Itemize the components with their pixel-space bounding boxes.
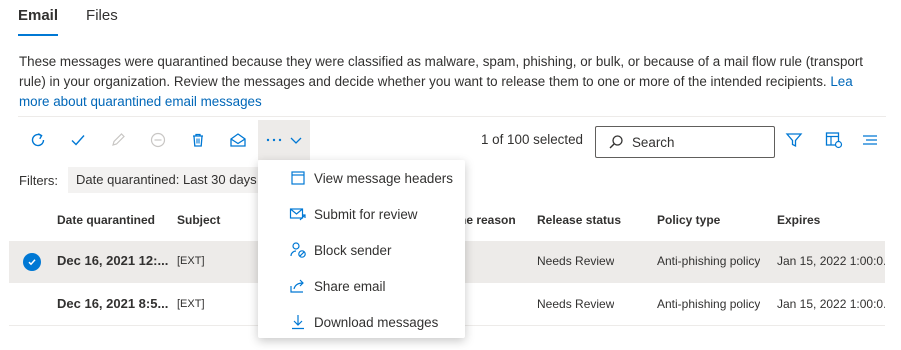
menu-item-download-messages[interactable]: Download messages [258, 304, 465, 340]
menu-item-label: Share email [314, 278, 386, 294]
refresh-button[interactable] [18, 120, 58, 160]
edit-icon [112, 133, 125, 146]
tab-bar: Email Files [18, 0, 118, 40]
checkmark-icon [28, 259, 36, 266]
filter-button[interactable] [774, 120, 814, 160]
menu-item-submit-for-review[interactable]: Submit for review [258, 196, 465, 232]
preview-message-button[interactable] [218, 120, 258, 160]
cell-release-status: Needs Review [537, 254, 615, 268]
tab-email[interactable]: Email [18, 0, 59, 36]
cell-expires: Jan 15, 2022 1:00:0... [777, 297, 885, 311]
column-policy-type[interactable]: Policy type [657, 213, 720, 227]
row-checkbox[interactable] [23, 253, 41, 271]
menu-item-view-message-headers[interactable]: View message headers [258, 160, 465, 196]
deny-button[interactable] [138, 120, 178, 160]
column-expires[interactable]: Expires [777, 213, 820, 227]
search-box[interactable] [595, 126, 775, 158]
customize-columns-icon [825, 132, 843, 149]
column-quarantine-reason[interactable]: ne reason [459, 213, 516, 227]
description-line-2: rule) in your organization. Review the m… [19, 72, 889, 92]
edit-button[interactable] [98, 120, 138, 160]
search-icon [609, 135, 623, 149]
more-actions-menu: View message headers Submit for review B… [258, 160, 465, 338]
column-subject[interactable]: Subject [177, 213, 220, 227]
cell-subject: [EXT] [177, 255, 205, 267]
cell-policy-type: Anti-phishing policy [657, 254, 761, 268]
tab-files[interactable]: Files [86, 0, 118, 40]
group-button[interactable] [850, 120, 890, 160]
delete-button[interactable] [178, 120, 218, 160]
menu-item-share-email[interactable]: Share email [258, 268, 465, 304]
message-header-icon [288, 168, 308, 188]
customize-columns-button[interactable] [814, 120, 854, 160]
cell-expires: Jan 15, 2022 1:00:0... [777, 254, 885, 268]
more-icon [266, 138, 282, 142]
refresh-icon [31, 133, 45, 147]
description-text: rule) in your organization. Review the m… [19, 74, 831, 89]
group-icon [863, 135, 877, 145]
menu-item-label: Submit for review [314, 206, 418, 222]
more-actions-button[interactable] [258, 120, 310, 160]
divider [18, 116, 886, 117]
quarantine-description: These messages were quarantined because … [19, 52, 889, 112]
learn-more-link-start[interactable]: Lea [830, 74, 852, 89]
release-button[interactable] [58, 120, 98, 160]
cell-release-status: Needs Review [537, 297, 615, 311]
filters-bar: Filters: Date quarantined: Last 30 days [19, 167, 270, 193]
menu-item-block-sender[interactable]: Block sender [258, 232, 465, 268]
description-line-3: more about quarantined email messages [19, 92, 889, 112]
cell-date: Dec 16, 2021 12:... [57, 253, 169, 268]
cell-subject: [EXT] [177, 298, 205, 310]
column-date-quarantined[interactable]: Date quarantined [57, 213, 155, 227]
submit-mail-icon [288, 204, 308, 224]
open-envelope-icon [230, 133, 246, 147]
column-release-status[interactable]: Release status [537, 213, 621, 227]
delete-icon [193, 133, 203, 147]
cell-date: Dec 16, 2021 8:5... [57, 296, 169, 311]
chevron-down-icon [290, 137, 302, 144]
menu-item-label: Block sender [314, 242, 392, 258]
filter-icon [785, 133, 803, 148]
description-line-1: These messages were quarantined because … [19, 54, 864, 69]
filters-label: Filters: [19, 172, 58, 188]
menu-item-label: Download messages [314, 314, 439, 330]
checkmark-icon [71, 135, 85, 146]
share-icon [288, 276, 308, 296]
block-contact-icon [288, 240, 308, 260]
menu-item-label: View message headers [314, 170, 453, 186]
command-bar: 1 of 100 selected [18, 120, 886, 162]
selection-count: 1 of 100 selected [481, 132, 583, 147]
learn-more-link[interactable]: more about quarantined email messages [19, 94, 262, 109]
block-icon [150, 132, 166, 148]
cell-policy-type: Anti-phishing policy [657, 297, 761, 311]
search-input[interactable] [632, 134, 762, 150]
download-icon [288, 312, 308, 332]
filter-date-quarantined[interactable]: Date quarantined: Last 30 days [68, 167, 270, 193]
